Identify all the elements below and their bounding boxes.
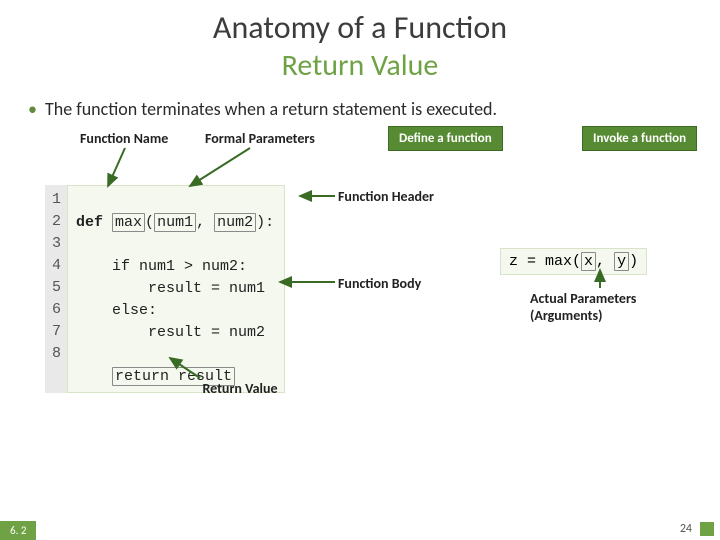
footer-section: 6. 2	[0, 521, 36, 540]
label-return-value: Return Value	[185, 380, 295, 397]
line-number: 8	[51, 343, 61, 365]
line-number: 2	[51, 211, 61, 233]
code-invoke-block: z = max(x, y)	[500, 248, 647, 275]
label-actual-parameters: Actual Parameters (Arguments)	[530, 290, 680, 324]
function-name-box: max	[112, 213, 145, 232]
footer-page: 24	[680, 522, 692, 536]
invoke-prefix: z = max	[509, 253, 572, 270]
arg2-box: y	[614, 252, 629, 271]
bullet-text: The function terminates when a return st…	[45, 98, 497, 120]
title-block: Anatomy of a Function Return Value	[0, 0, 720, 84]
code-line: result = num1	[76, 280, 265, 297]
keyword-def: def	[76, 214, 103, 231]
code-body: def max(num1, num2): if num1 > num2: res…	[67, 185, 285, 393]
actual-params-l1: Actual Parameters	[530, 290, 680, 307]
bullet-dot: •	[28, 98, 37, 120]
param1-box: num1	[154, 213, 196, 232]
line-number: 1	[51, 189, 61, 211]
line-number: 7	[51, 321, 61, 343]
code-line: if num1 > num2:	[76, 258, 247, 275]
line-number: 6	[51, 299, 61, 321]
footer-accent-square	[700, 522, 714, 536]
label-formal-parameters: Formal Parameters	[205, 130, 315, 147]
pill-invoke: Invoke a function	[582, 126, 697, 151]
label-function-body: Function Body	[338, 275, 421, 292]
line-number: 5	[51, 277, 61, 299]
line-number: 4	[51, 255, 61, 277]
label-function-header: Function Header	[338, 188, 434, 205]
actual-params-l2: (Arguments)	[530, 307, 680, 324]
title-line1: Anatomy of a Function	[0, 8, 720, 47]
diagram-stage: Function Name Formal Parameters Define a…	[0, 120, 720, 480]
arg1-box: x	[581, 252, 596, 271]
line-number: 3	[51, 233, 61, 255]
pill-define: Define a function	[388, 126, 503, 151]
code-line: result = num2	[76, 324, 265, 341]
code-line: else:	[76, 302, 157, 319]
code-definition-block: 1 2 3 4 5 6 7 8 def max(num1, num2): if …	[45, 185, 285, 393]
label-function-name: Function Name	[80, 130, 168, 147]
param2-box: num2	[214, 213, 256, 232]
title-line2: Return Value	[0, 47, 720, 84]
bullet: • The function terminates when a return s…	[0, 84, 720, 120]
code-gutter: 1 2 3 4 5 6 7 8	[45, 185, 67, 393]
